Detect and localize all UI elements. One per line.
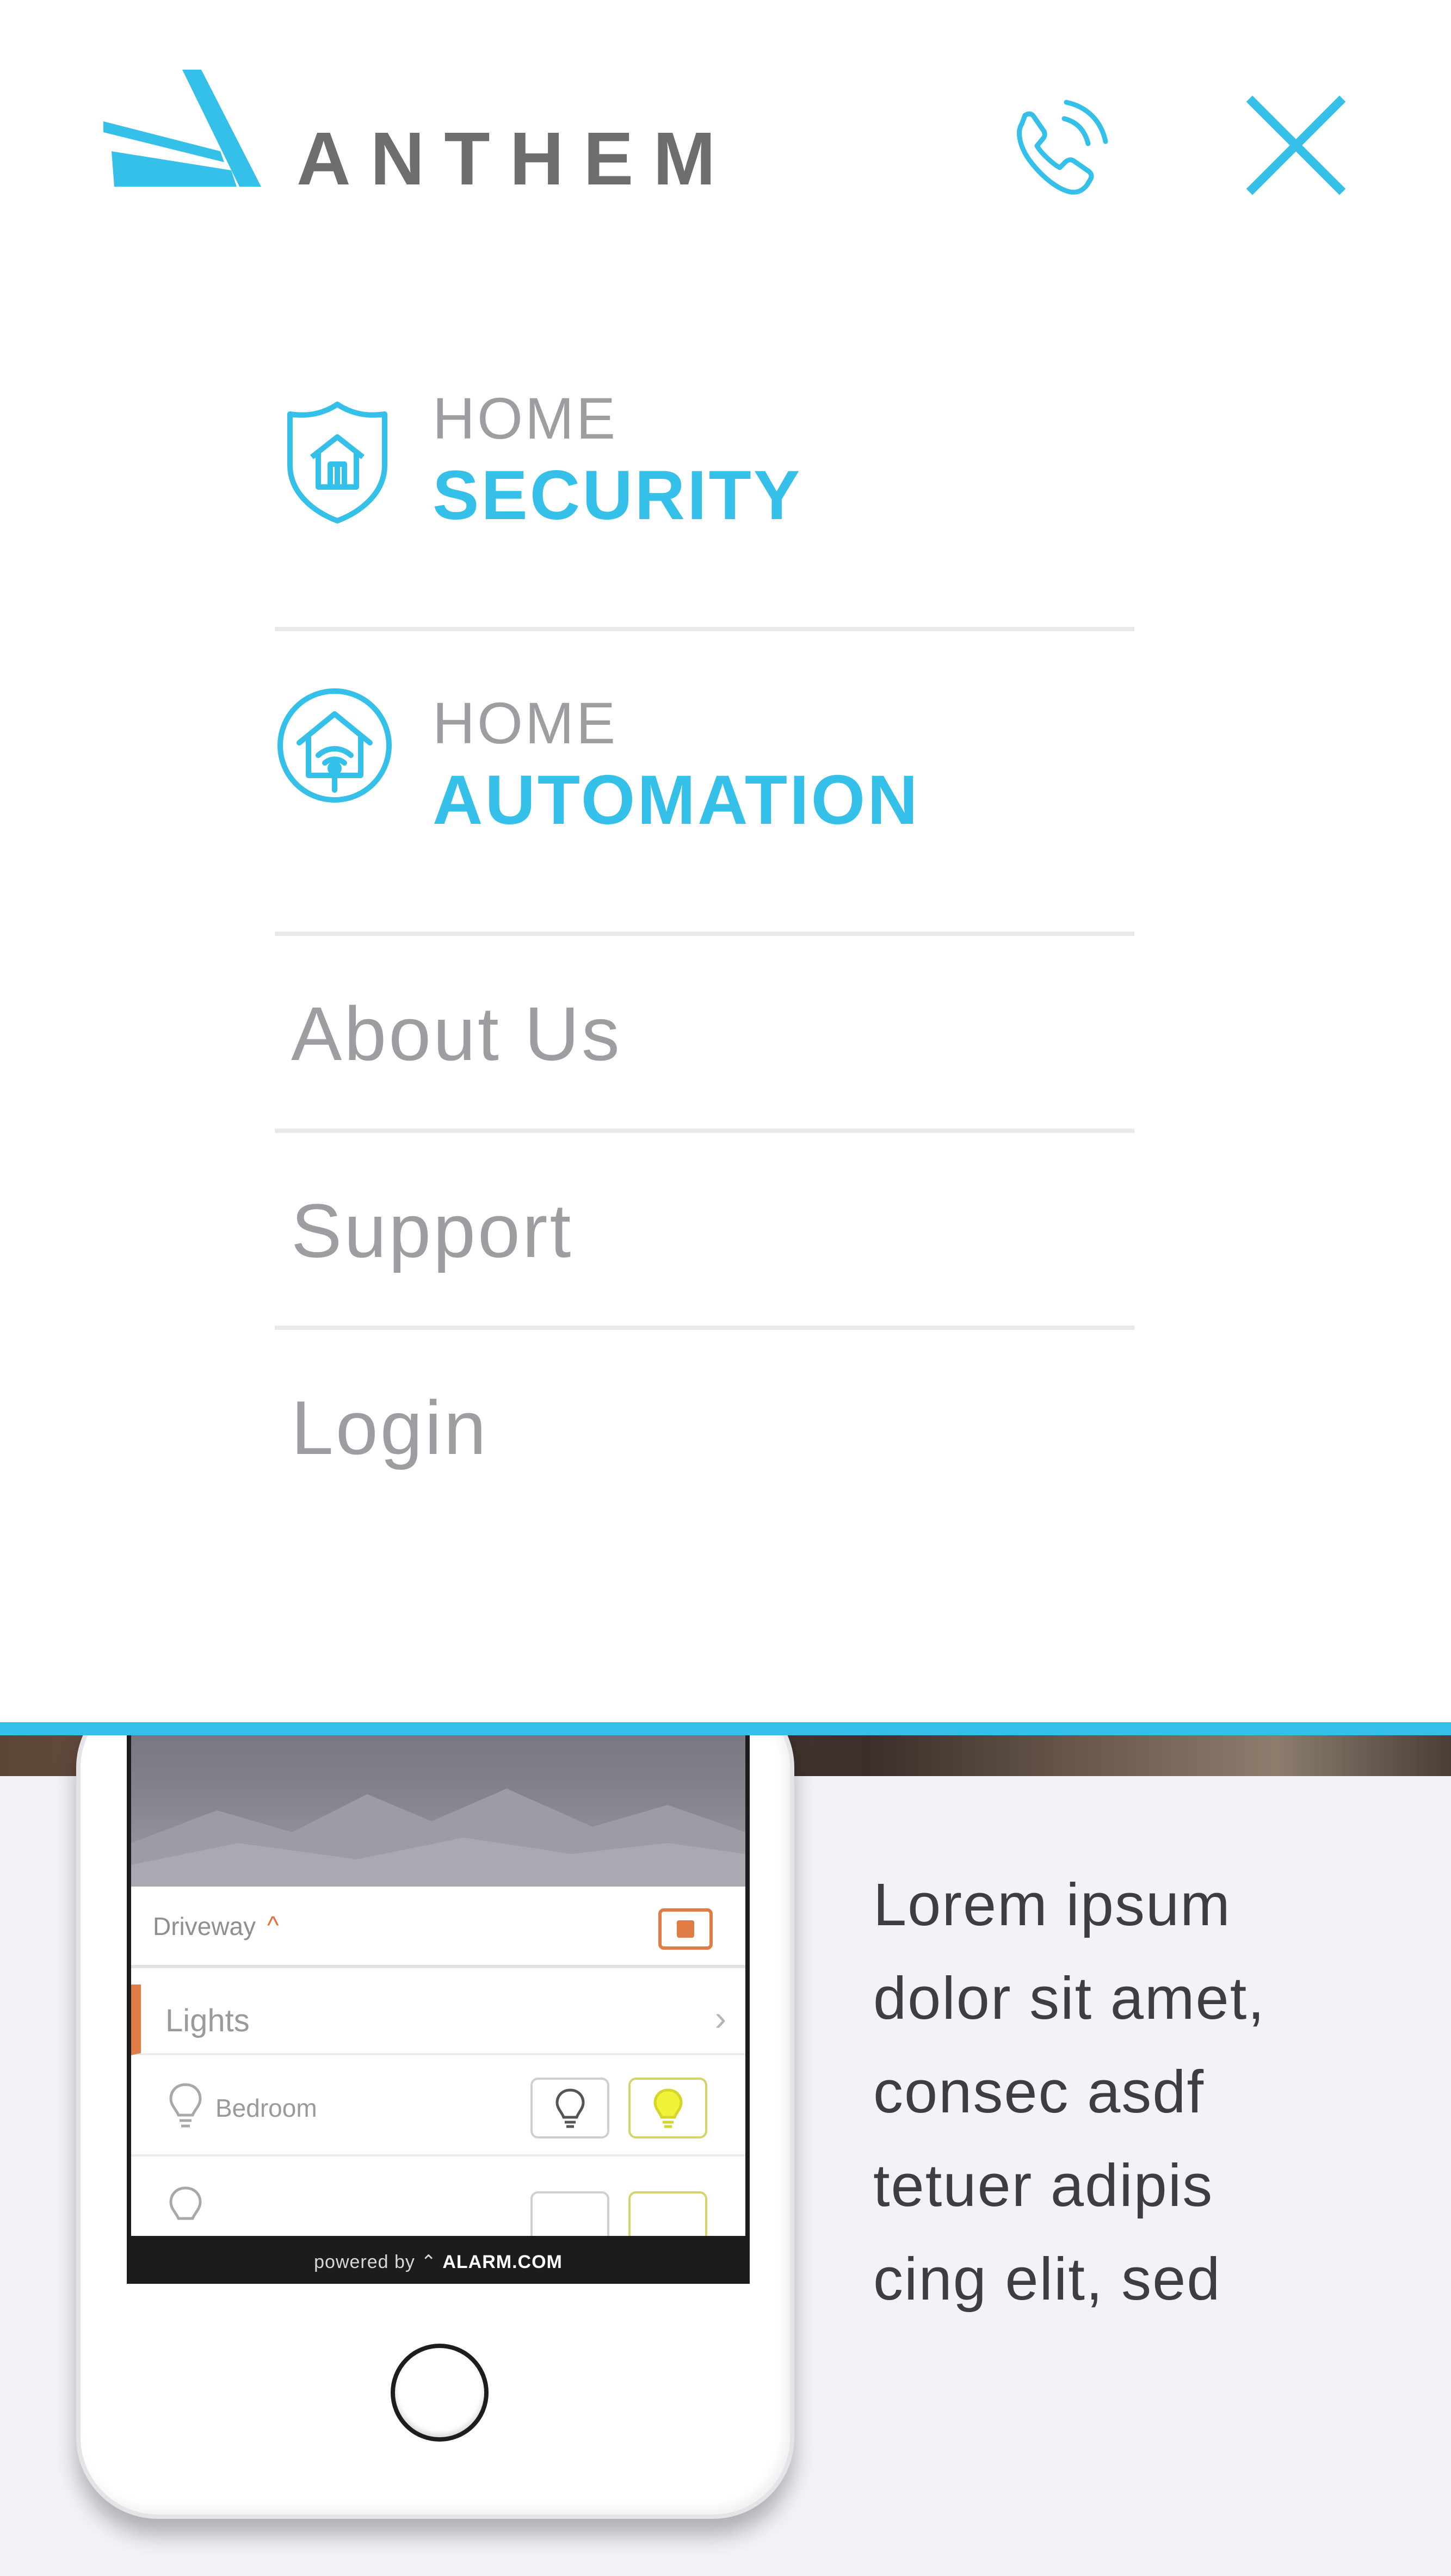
shield-house-icon (287, 402, 387, 523)
powered-by-brand: ALARM.COM (442, 2252, 563, 2272)
light-off-button[interactable] (530, 2078, 609, 2139)
menu-bottom-border (0, 1722, 1451, 1735)
description-line: cing elit, sed (873, 2246, 1221, 2313)
phone-screen: Driveway ^ Lights › Bedroom (127, 1735, 750, 2240)
menu-item-login[interactable]: Login (275, 1330, 1134, 1527)
chevron-up-icon: ^ (267, 1911, 279, 1939)
light-on-button[interactable] (628, 2078, 707, 2139)
camera-label: Driveway (153, 1912, 256, 1940)
brand-name: ANTHEM (297, 117, 736, 201)
anthem-logo[interactable]: ANTHEM (103, 70, 715, 196)
site-header: ANTHEM (0, 0, 1451, 207)
menu-item-home-automation[interactable]: HOME AUTOMATION (275, 631, 1134, 936)
menu-item-subtitle: HOME (433, 690, 618, 756)
device-label: Bedroom (215, 2094, 317, 2122)
menu-item-subtitle: HOME (433, 385, 618, 451)
light-on-button[interactable] (628, 2191, 707, 2236)
phone-mockup: Driveway ^ Lights › Bedroom powered by ⌃… (76, 1735, 794, 2519)
close-icon (1246, 95, 1346, 195)
lightbulb-icon (169, 2083, 202, 2128)
light-device-row: Bedroom (131, 2059, 745, 2156)
description-line: Lorem ipsum (873, 1871, 1231, 1938)
lights-row[interactable]: Lights › (131, 1985, 745, 2055)
anthem-logo-mark-icon (103, 70, 261, 187)
hero-section: Driveway ^ Lights › Bedroom powered by ⌃… (0, 1735, 1451, 2576)
light-off-button[interactable] (530, 2191, 609, 2236)
description-line: dolor sit amet, (873, 1965, 1265, 2032)
powered-by-bar: powered by ⌃ ALARM.COM (127, 2240, 750, 2284)
record-icon[interactable] (658, 1908, 713, 1950)
call-button[interactable] (1001, 93, 1110, 201)
lightbulb-on-icon (653, 2088, 683, 2128)
lightbulb-icon (169, 2186, 202, 2220)
mountain-image (131, 1789, 745, 1887)
hero-description: Lorem ipsum dolor sit amet, consec asdf … (873, 1858, 1417, 2326)
powered-by-text: powered by (314, 2252, 415, 2272)
menu-item-label: Support (291, 1188, 573, 1273)
camera-row[interactable]: Driveway ^ (131, 1887, 745, 1968)
phone-call-icon (1017, 100, 1108, 195)
phone-home-button (391, 2344, 489, 2442)
smart-home-icon (277, 688, 392, 803)
menu-item-about-us[interactable]: About Us (275, 936, 1134, 1133)
chevron-right-icon: › (714, 1999, 726, 2038)
menu-item-label: About Us (291, 991, 622, 1076)
light-device-row (131, 2159, 745, 2236)
description-line: tetuer adipis (873, 2152, 1214, 2219)
description-line: consec asdf (873, 2059, 1205, 2125)
menu-item-label: Login (291, 1385, 489, 1470)
menu-item-support[interactable]: Support (275, 1133, 1134, 1330)
close-menu-button[interactable] (1246, 95, 1349, 199)
camera-feed-image (131, 1735, 745, 1887)
menu-item-title: AUTOMATION (433, 761, 920, 839)
main-menu: HOME SECURITY HOME AUTOMATION About Us S… (275, 326, 1134, 1527)
alarm-logo-icon: ⌃ (421, 2252, 443, 2272)
lights-label: Lights (165, 2003, 250, 2038)
menu-item-home-security[interactable]: HOME SECURITY (275, 326, 1134, 631)
menu-item-title: SECURITY (433, 457, 802, 534)
lightbulb-off-icon (555, 2088, 585, 2128)
